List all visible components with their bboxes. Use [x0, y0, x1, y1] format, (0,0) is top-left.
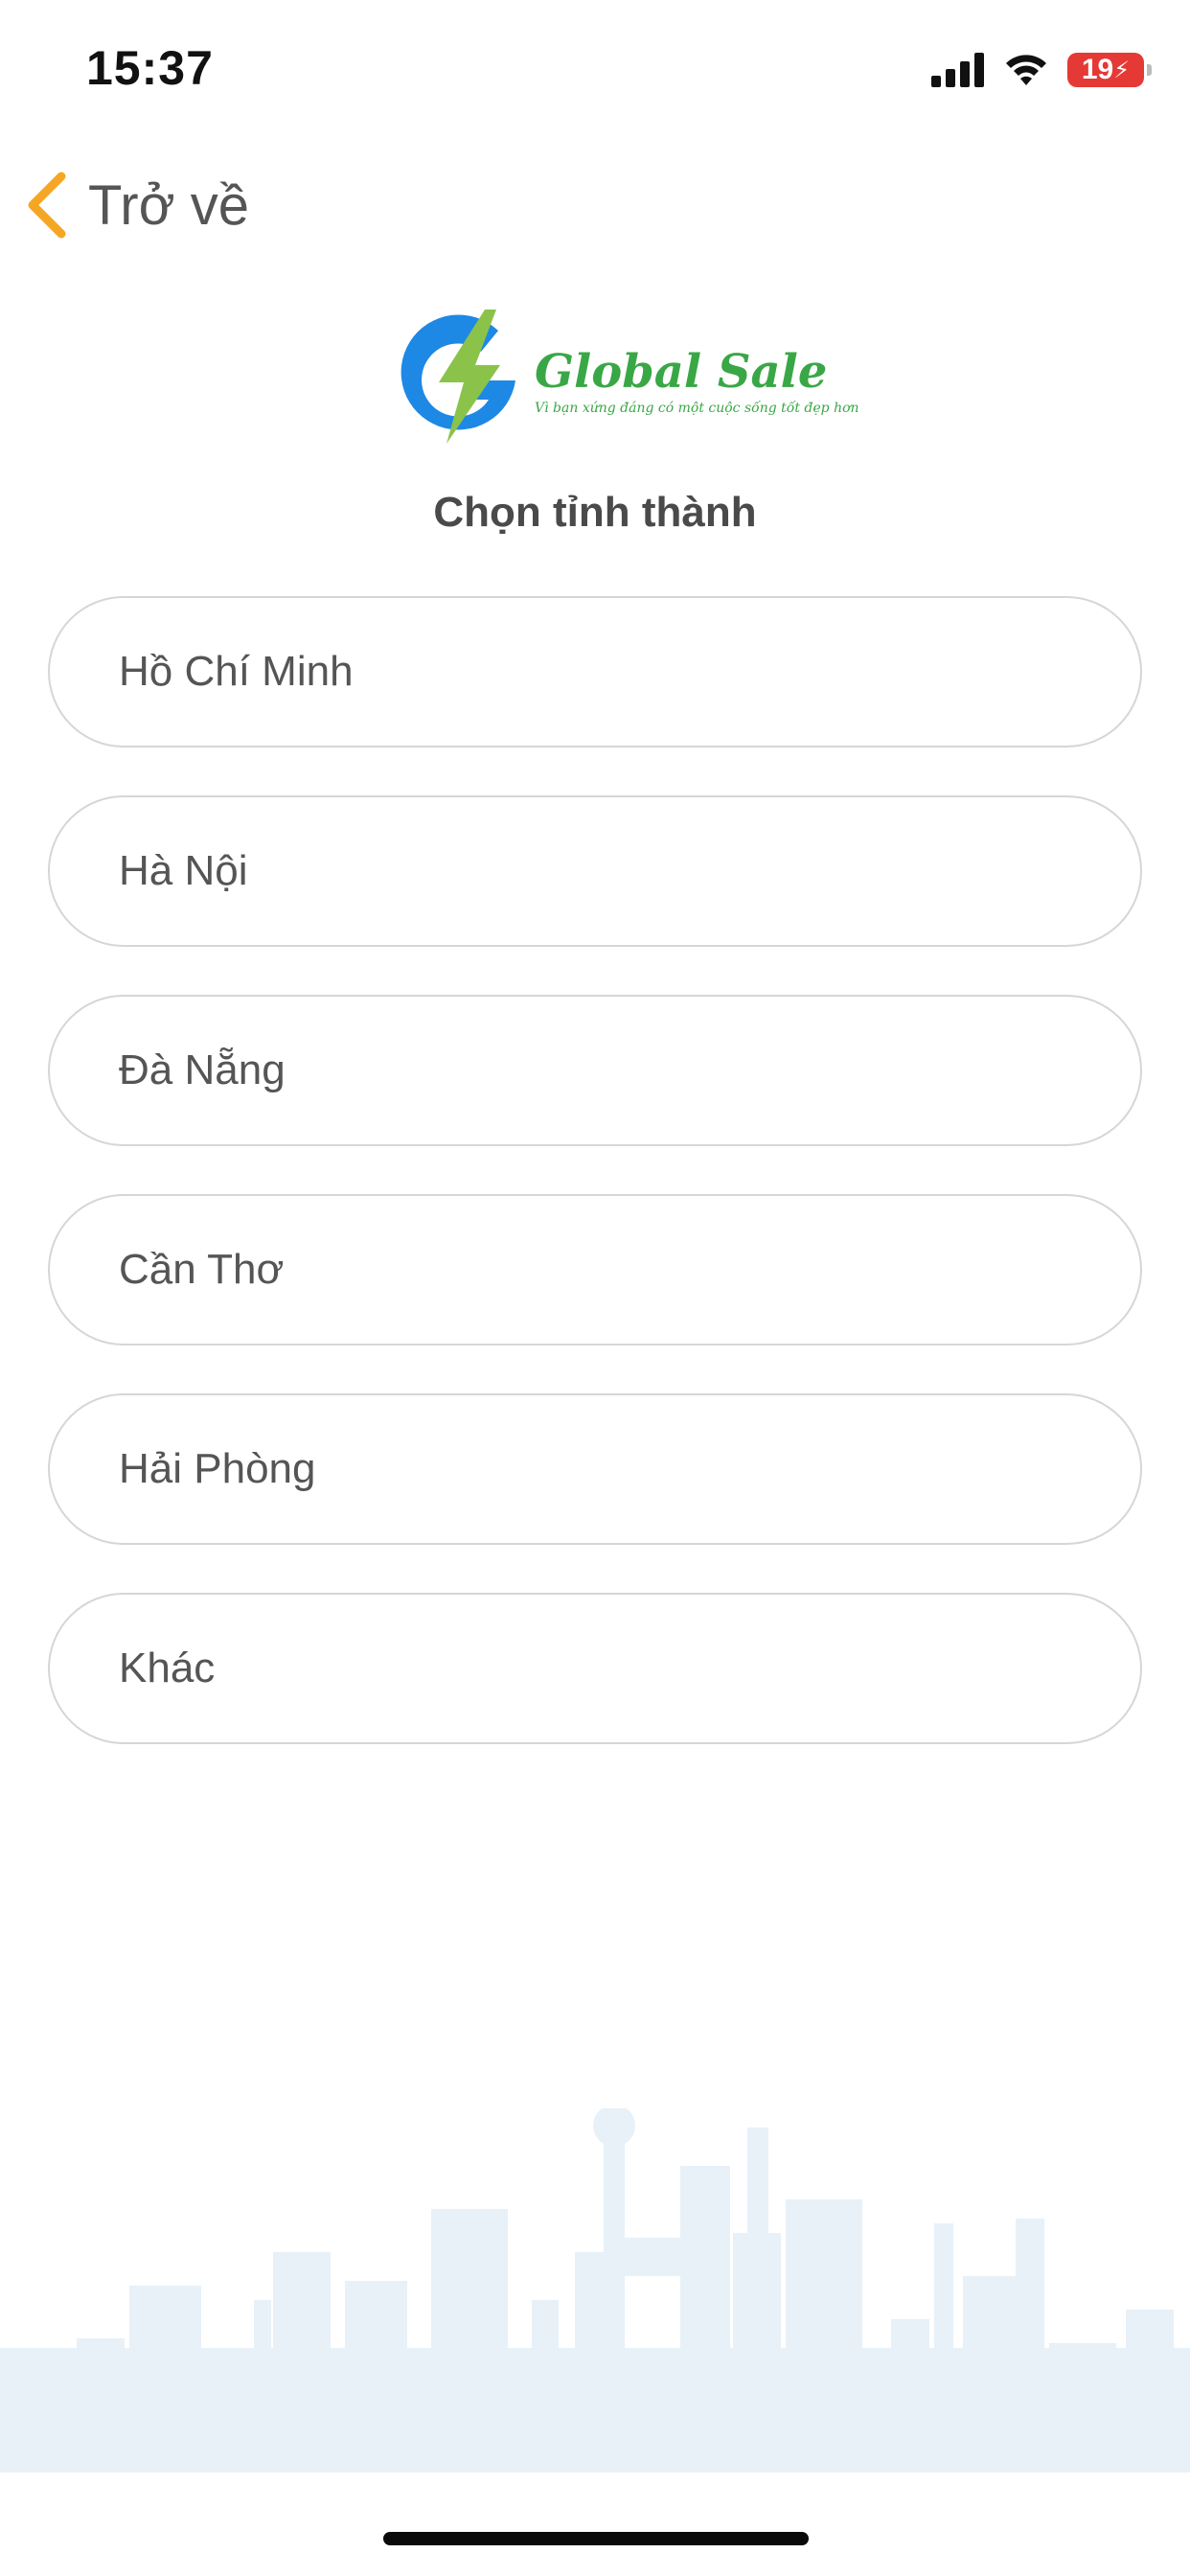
province-item-can-tho[interactable]: Cần Thơ: [48, 1194, 1142, 1346]
logo-mark-icon: [400, 310, 515, 444]
province-label: Hải Phòng: [119, 1445, 316, 1492]
wifi-icon: [1006, 55, 1046, 85]
city-skyline-illustration: [0, 2108, 1190, 2472]
province-label: Hà Nội: [119, 847, 248, 894]
home-indicator[interactable]: [383, 2532, 809, 2545]
province-item-ho-chi-minh[interactable]: Hồ Chí Minh: [48, 596, 1142, 748]
province-item-da-nang[interactable]: Đà Nẵng: [48, 995, 1142, 1146]
province-label: Đà Nẵng: [119, 1046, 286, 1093]
battery-level: 19: [1081, 54, 1114, 85]
page-title: Chọn tỉnh thành: [433, 489, 757, 536]
province-label: Hồ Chí Minh: [119, 648, 354, 695]
province-item-ha-noi[interactable]: Hà Nội: [48, 795, 1142, 947]
status-time: 15:37: [86, 41, 214, 95]
signal-icon: [931, 53, 984, 87]
battery-icon: 19 ⚡: [1067, 53, 1152, 87]
logo-tagline: Vì bạn xứng đáng có một cuộc sống tốt đẹ…: [535, 401, 859, 416]
province-item-hai-phong[interactable]: Hải Phòng: [48, 1393, 1142, 1545]
status-icons: 19 ⚡: [931, 53, 1152, 87]
province-label: Cần Thơ: [119, 1246, 285, 1293]
chevron-left-icon: [28, 172, 66, 239]
status-bar: 15:37 19 ⚡: [0, 0, 1190, 144]
province-list: Hồ Chí Minh Hà Nội Đà Nẵng Cần Thơ Hải P…: [48, 596, 1142, 1792]
back-button[interactable]: Trở về: [25, 171, 249, 240]
province-label: Khác: [119, 1644, 216, 1691]
global-sale-logo: Global Sale Vì bạn xứng đáng có một cuộc…: [393, 302, 859, 446]
logo-name: Global Sale: [535, 345, 828, 399]
province-item-other[interactable]: Khác: [48, 1593, 1142, 1744]
back-label: Trở về: [88, 173, 249, 237]
